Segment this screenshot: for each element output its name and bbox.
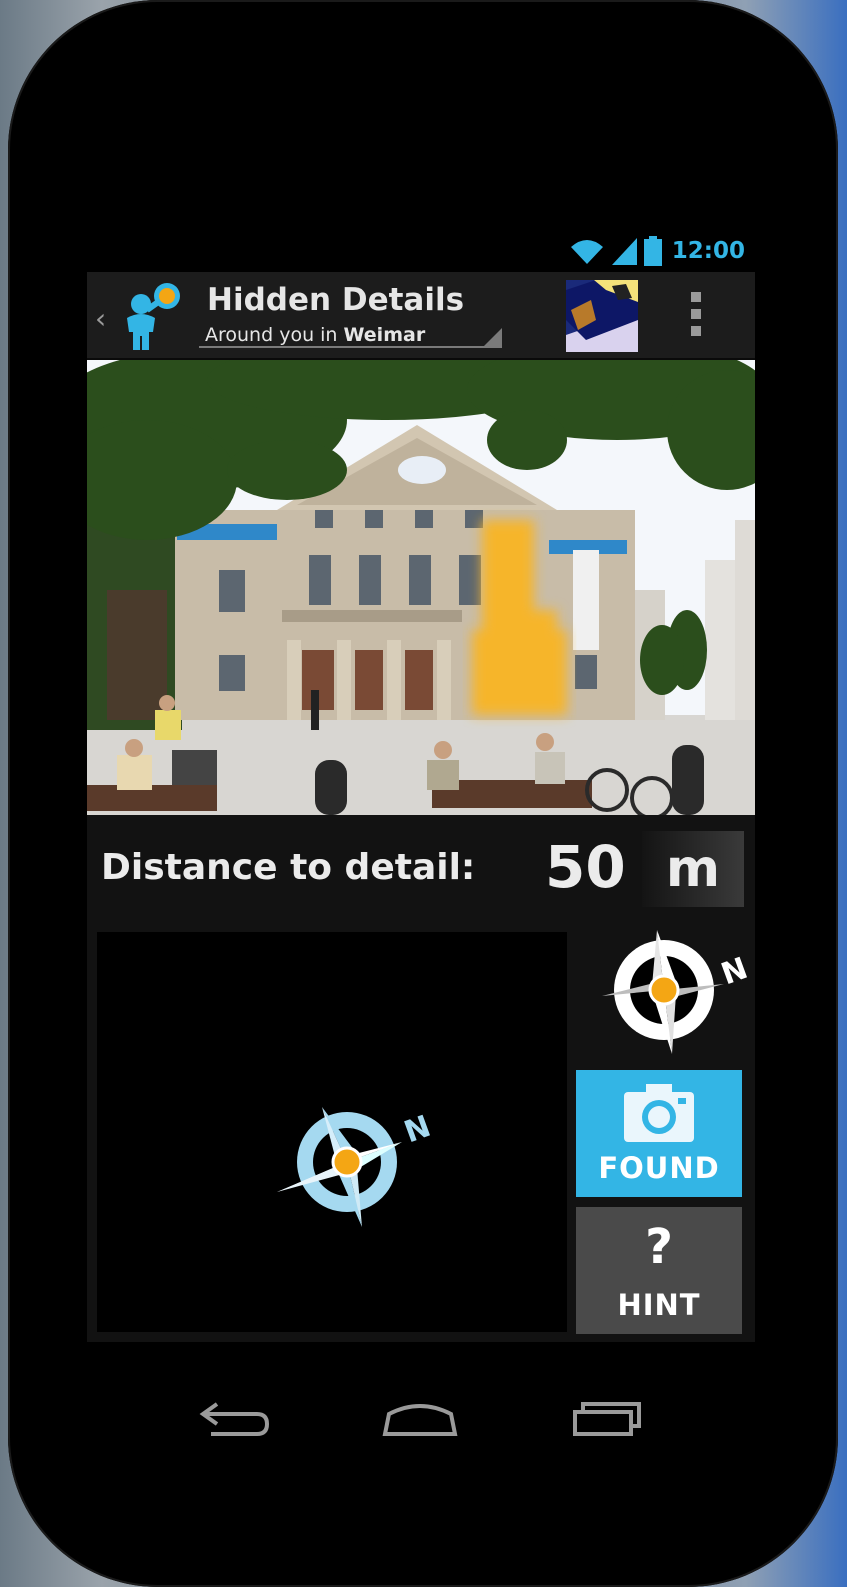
title-spinner[interactable]: Hidden Details Around you in Weimar	[199, 278, 504, 350]
recents-icon[interactable]	[563, 1390, 653, 1450]
spinner-underline	[199, 346, 499, 348]
chevron-left-icon[interactable]: ‹	[95, 302, 106, 335]
found-button[interactable]: FOUND	[576, 1070, 742, 1197]
app-title: Hidden Details	[207, 282, 465, 318]
app-screen: 12:00 ‹ Hidden Details Around you in Wei…	[87, 230, 755, 1342]
north-compass-icon: N	[602, 930, 748, 1054]
system-nav-bar	[87, 1342, 755, 1492]
camera-icon	[624, 1084, 694, 1142]
overflow-menu-icon[interactable]	[691, 292, 703, 338]
location-subtitle: Around you in Weimar	[205, 324, 425, 346]
back-icon[interactable]	[197, 1390, 287, 1450]
city-name: Weimar	[343, 324, 426, 346]
compass-north-letter: N	[400, 1109, 436, 1150]
clock: 12:00	[671, 238, 745, 264]
detail-thumbnail[interactable]	[566, 280, 638, 352]
distance-value: 50	[545, 833, 626, 901]
hint-label: HINT	[617, 1288, 701, 1322]
spinner-arrow-icon	[482, 328, 502, 348]
question-mark-icon: ?	[645, 1219, 673, 1275]
distance-unit: m	[642, 831, 744, 907]
status-bar: 12:00	[87, 230, 755, 272]
distance-label: Distance to detail:	[101, 847, 476, 888]
home-icon[interactable]	[375, 1390, 465, 1450]
signal-icon	[611, 238, 637, 265]
detail-photo	[87, 360, 755, 815]
hint-button[interactable]: ? HINT	[576, 1207, 742, 1334]
found-label: FOUND	[598, 1151, 720, 1185]
subtitle-prefix: Around you in	[205, 324, 344, 346]
map-view[interactable]: N	[97, 932, 567, 1332]
north-compass-letter: N	[717, 951, 748, 992]
user-location-compass-icon: N	[277, 1107, 436, 1227]
wifi-icon	[570, 240, 603, 264]
person-lightbulb-icon[interactable]	[117, 280, 187, 352]
battery-icon	[643, 236, 662, 266]
action-bar: ‹ Hidden Details Around you in Weimar	[87, 272, 755, 360]
distance-row: Distance to detail: 50 m	[87, 815, 755, 925]
